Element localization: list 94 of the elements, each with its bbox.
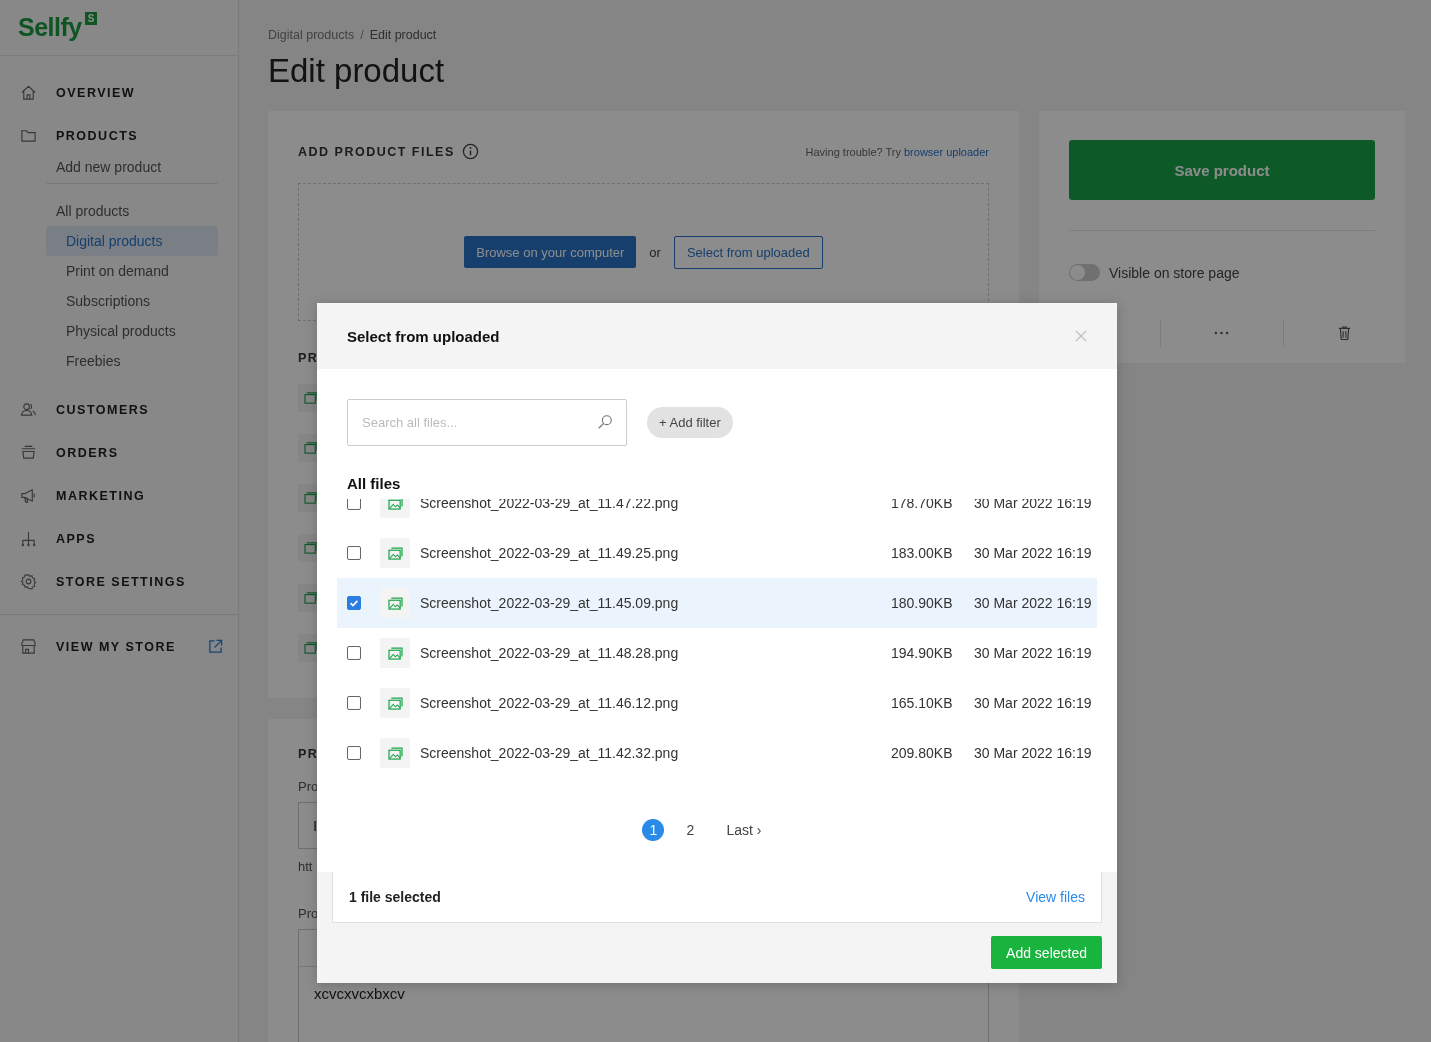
file-row[interactable]: Screenshot_2022-03-29_at_11.48.28.png 194.90KB 30 Mar 2022 16:19: [337, 628, 1097, 678]
nav-item[interactable]: APPS: [0, 517, 238, 560]
image-icon: [304, 492, 318, 504]
selection-count: 1 file selected: [349, 889, 441, 905]
file-name: Screenshot_2022-03-29_at_11.42.32.png: [420, 745, 680, 761]
file-row[interactable]: Screenshot_2022-03-29_at_11.49.25.png 183.00KB 30 Mar 2022 16:19: [337, 528, 1097, 578]
nav-link[interactable]: Digital products: [46, 226, 218, 256]
help-text: Having trouble? Try browser uploader: [805, 145, 989, 158]
add-selected-button[interactable]: Add selected: [991, 936, 1102, 969]
visibility-toggle[interactable]: [1069, 264, 1100, 281]
add-filter-button[interactable]: + Add filter: [647, 407, 733, 438]
image-icon: [304, 442, 318, 454]
nav-link[interactable]: Print on demand: [46, 256, 218, 286]
settings-icon: [20, 573, 37, 590]
file-date: 30 Mar 2022 16:19: [974, 695, 1093, 711]
view-files-link[interactable]: View files: [1026, 889, 1085, 905]
image-file-icon: [380, 638, 410, 668]
nav-link[interactable]: All products: [46, 196, 218, 226]
basket-icon: [20, 444, 37, 461]
image-file-icon: [380, 588, 410, 618]
nav-link[interactable]: Subscriptions: [46, 286, 218, 316]
nav-item[interactable]: MARKETING: [0, 474, 238, 517]
url-text: htt: [298, 859, 313, 874]
breadcrumb-current: Edit product: [369, 28, 437, 42]
nav-item[interactable]: STORE SETTINGS: [0, 560, 238, 603]
checkbox[interactable]: [347, 746, 361, 760]
image-icon: [304, 642, 318, 654]
breadcrumb-link[interactable]: Digital products: [268, 28, 355, 42]
file-date: 30 Mar 2022 16:19: [974, 745, 1093, 761]
hierarchy-icon: [20, 530, 37, 547]
checkbox[interactable]: [347, 546, 361, 560]
page-link[interactable]: 1: [642, 819, 665, 841]
trash-icon[interactable]: [1337, 325, 1351, 341]
file-row[interactable]: Screenshot_2022-03-29_at_11.42.32.png 209.80KB 30 Mar 2022 16:19: [337, 728, 1097, 778]
file-row[interactable]: Screenshot_2022-03-29_at_11.46.12.png 165.10KB 30 Mar 2022 16:19: [337, 678, 1097, 728]
file-date: 30 Mar 2022 16:19: [974, 595, 1093, 611]
modal-title: Select from uploaded: [347, 327, 500, 345]
image-icon: [304, 542, 318, 554]
file-name: Screenshot_2022-03-29_at_11.46.12.png: [420, 695, 680, 711]
file-size: 178.70KB: [891, 499, 954, 511]
select-uploaded-button[interactable]: Select from uploaded: [673, 235, 823, 269]
page-link[interactable]: 2: [679, 819, 702, 841]
external-link-icon[interactable]: [207, 639, 223, 654]
browse-button[interactable]: Browse on your computer: [464, 236, 637, 268]
info-icon[interactable]: [461, 143, 479, 160]
file-row[interactable]: Screenshot_2022-03-29_at_11.45.09.png 180.90KB 30 Mar 2022 16:19: [337, 578, 1097, 628]
nav-item[interactable]: PRODUCTS: [0, 114, 238, 157]
file-date: 30 Mar 2022 16:19: [974, 499, 1093, 511]
or-text: or: [649, 244, 661, 260]
file-size: 165.10KB: [891, 695, 954, 711]
nav-link[interactable]: Add new product: [46, 157, 218, 183]
file-size: 180.90KB: [891, 595, 954, 611]
file-size: 194.90KB: [891, 645, 954, 661]
nav-item[interactable]: OVERVIEW: [0, 71, 238, 114]
image-file-icon: [380, 738, 410, 768]
more-icon[interactable]: [1214, 331, 1230, 335]
file-date: 30 Mar 2022 16:19: [974, 645, 1093, 661]
checkbox[interactable]: [347, 499, 361, 510]
home-icon: [20, 84, 37, 101]
nav-item[interactable]: ORDERS: [0, 431, 238, 474]
section-title: PR: [298, 351, 318, 365]
folder-icon: [20, 127, 37, 144]
logo-badge: S: [84, 12, 98, 25]
megaphone-icon: [20, 487, 37, 504]
file-size: 183.00KB: [891, 545, 954, 561]
people-icon: [20, 401, 37, 418]
page-title: Edit product: [268, 52, 446, 91]
file-name: Screenshot_2022-03-29_at_11.45.09.png: [420, 595, 680, 611]
image-icon: [304, 592, 318, 604]
file-date: 30 Mar 2022 16:19: [974, 545, 1093, 561]
nav-link[interactable]: Physical products: [46, 316, 218, 346]
breadcrumb-separator: /: [360, 28, 364, 42]
checkbox[interactable]: [347, 646, 361, 660]
image-file-icon: [380, 688, 410, 718]
nav-item[interactable]: CUSTOMERS: [0, 388, 238, 431]
store-icon: [20, 638, 37, 655]
nav-link[interactable]: Freebies: [46, 346, 218, 376]
image-file-icon: [380, 538, 410, 568]
file-size: 209.80KB: [891, 745, 954, 761]
image-icon: [304, 392, 318, 404]
last-page-link[interactable]: Last ›: [726, 822, 762, 838]
file-name: Screenshot_2022-03-29_at_11.49.25.png: [420, 545, 680, 561]
toggle-label: Visible on store page: [1109, 264, 1240, 281]
editor-text: xcvcxvcxbxcv: [313, 984, 406, 1004]
list-title: All files: [346, 475, 402, 492]
file-name: Screenshot_2022-03-29_at_11.48.28.png: [420, 645, 680, 661]
checkbox[interactable]: [347, 596, 361, 610]
checkbox[interactable]: [347, 696, 361, 710]
browser-uploader-link[interactable]: browser uploader: [904, 145, 989, 158]
search-field[interactable]: Search all files...: [347, 399, 627, 446]
section-title: ADD PRODUCT FILES: [298, 144, 455, 159]
section-title: PR: [298, 747, 319, 761]
search-icon: [597, 414, 613, 430]
nav-item[interactable]: VIEW MY STORE: [0, 625, 238, 668]
